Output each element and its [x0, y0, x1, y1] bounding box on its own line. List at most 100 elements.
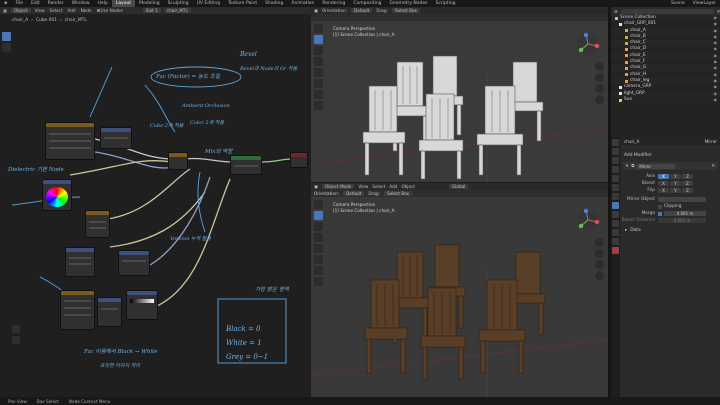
axis-toggle-button[interactable]: Z	[682, 174, 693, 179]
tab-sculpting[interactable]: Sculpting	[164, 0, 193, 7]
color-wheel-icon[interactable]	[46, 187, 68, 207]
bisect-distance-field[interactable]: 0.001 m	[658, 218, 706, 223]
mix-node[interactable]	[100, 127, 132, 149]
tab-compositing[interactable]: Compositing	[349, 0, 385, 7]
color-ramp-node-2[interactable]	[126, 290, 158, 320]
physics-tab-icon[interactable]	[612, 220, 619, 227]
menu-view[interactable]: View	[358, 184, 368, 189]
outliner-row-label: Sun	[624, 96, 633, 102]
editor-type-icon[interactable]: ▣	[314, 184, 318, 189]
color-ramp-node[interactable]	[42, 179, 72, 211]
visibility-eye-icon[interactable]: ◉	[714, 97, 718, 103]
data-tab-icon[interactable]	[612, 238, 619, 245]
menu-help[interactable]: Help	[94, 0, 112, 7]
bsdf-node[interactable]	[230, 155, 262, 175]
mode-select[interactable]: Object Mode	[321, 184, 355, 189]
texture-node[interactable]	[45, 122, 95, 160]
tab-uv-editing[interactable]: UV Editing	[193, 0, 224, 7]
math-node[interactable]	[65, 247, 95, 277]
viewport-bottom[interactable]: Orientation: Default Drag: Select Box Ca…	[311, 190, 608, 397]
modifier-header[interactable]: ▾ ⧉ Mirror ✕	[623, 162, 718, 170]
tab-rendering[interactable]: Rendering	[318, 0, 349, 7]
axis-toggle-button[interactable]: Y	[670, 188, 681, 193]
constraints-tab-icon[interactable]	[612, 229, 619, 236]
note-fac: Fac (Factor) = 농도 조절	[156, 74, 220, 80]
menu-object[interactable]: Object	[401, 184, 415, 189]
voronoi-node[interactable]	[85, 210, 110, 238]
object-icon	[625, 73, 628, 77]
editor-type-icon[interactable]: ▣	[314, 8, 318, 13]
add-modifier-button[interactable]: Add Modifier	[621, 151, 720, 160]
output-tab-icon[interactable]	[612, 157, 619, 164]
handwriting-arrow	[197, 171, 206, 233]
tab-texture-paint[interactable]: Texture Paint	[224, 0, 261, 7]
menu-file[interactable]: File	[11, 0, 27, 7]
axis-toggle-button[interactable]: Y	[670, 174, 681, 179]
menu-add[interactable]: Add	[389, 184, 397, 189]
particles-tab-icon[interactable]	[612, 211, 619, 218]
view-icon[interactable]	[12, 325, 20, 333]
data-subpanel[interactable]: ▸ Data	[621, 226, 720, 234]
tab-geometry-nodes[interactable]: Geometry Nodes	[386, 0, 432, 7]
object-icon	[625, 54, 628, 58]
noise-node[interactable]	[60, 290, 95, 330]
tab-animation[interactable]: Animation	[287, 0, 318, 7]
tab-layout[interactable]: Layout	[111, 0, 136, 7]
tab-scripting[interactable]: Scripting	[432, 0, 460, 7]
chairs-viewport-top	[311, 55, 608, 182]
view-layer-selector[interactable]: ViewLayer	[689, 0, 720, 7]
merge-distance-field[interactable]: 0.001 m	[664, 211, 706, 216]
render-tab-icon[interactable]	[612, 148, 619, 155]
note-image: 흐릿한 이미지 처리	[100, 363, 140, 369]
material-output-node[interactable]	[290, 152, 308, 168]
axis-row: Bisect X Y Z	[621, 180, 720, 187]
world-tab-icon[interactable]	[612, 184, 619, 191]
collapse-icon[interactable]: ▾	[626, 164, 628, 169]
viewport-top[interactable]: Camera Perspective (1) Scene Collection …	[311, 14, 608, 182]
menu-render[interactable]: Render	[44, 0, 68, 7]
modifier-tab-icon[interactable]	[612, 202, 619, 209]
properties-panel[interactable]: chair_A Mirror Add Modifier ▾ ⧉ Mirror ✕…	[611, 137, 720, 397]
outliner-search-input[interactable]	[620, 8, 714, 14]
tab-modeling[interactable]: Modeling	[135, 0, 163, 7]
outliner-panel[interactable]: ☰ ⚲ Scene Collection ◉ chair_GRP_001 ◉ chair…	[611, 7, 720, 137]
drag-select[interactable]: Select Box	[391, 8, 420, 13]
mix-color-node[interactable]	[118, 250, 150, 276]
scene-tab-icon[interactable]	[612, 175, 619, 182]
frame-icon[interactable]	[12, 336, 20, 344]
axis-toggle-button[interactable]: Z	[682, 181, 693, 186]
transform-orientation-select[interactable]: Global	[448, 184, 469, 189]
material-tab-icon[interactable]	[612, 247, 619, 254]
close-icon[interactable]: ✕	[711, 164, 715, 169]
modifier-name-field[interactable]: Mirror	[637, 163, 676, 169]
blender-logo-icon[interactable]: ◈	[0, 0, 11, 7]
shader-node-editor[interactable]: ▦ Object View Select Add Node Use Nodes …	[0, 7, 311, 397]
menu-window[interactable]: Window	[68, 0, 94, 7]
outliner-rows: Scene Collection ◉ chair_GRP_001 ◉ chair_A ◉ c…	[611, 15, 720, 103]
menu-edit[interactable]: Edit	[27, 0, 44, 7]
mirror-object-field[interactable]	[658, 197, 706, 202]
axis-toggle-button[interactable]: Z	[682, 188, 693, 193]
tab-shading[interactable]: Shading	[261, 0, 287, 7]
merge-checkbox[interactable]	[658, 211, 662, 216]
view-layer-tab-icon[interactable]	[612, 166, 619, 173]
menu-select[interactable]: Select	[372, 184, 385, 189]
outliner-row[interactable]: Sun ◉	[611, 97, 720, 103]
gradient-bar[interactable]	[130, 299, 154, 303]
object-tab-icon[interactable]	[612, 193, 619, 200]
axis-toggle-button[interactable]: Y	[670, 181, 681, 186]
map-range-node[interactable]	[97, 297, 122, 327]
node-editor-bottom-tools	[12, 325, 20, 344]
orientation-select[interactable]: Default	[351, 8, 373, 13]
axis-toggle-button[interactable]: X	[658, 181, 669, 186]
tool-tab-icon[interactable]	[612, 139, 619, 146]
axis-toggle-button[interactable]: X	[658, 174, 669, 179]
axis-toggle-button[interactable]: X	[658, 188, 669, 193]
clipping-checkbox[interactable]	[658, 204, 662, 209]
scene-selector[interactable]: Scene	[667, 0, 689, 7]
outliner-icon[interactable]: ☰	[614, 9, 618, 14]
object-icon	[619, 22, 622, 26]
axis-row: Axis X Y Z	[621, 173, 720, 180]
ao-node[interactable]	[168, 152, 188, 170]
expand-icon[interactable]: ▸	[625, 228, 627, 233]
